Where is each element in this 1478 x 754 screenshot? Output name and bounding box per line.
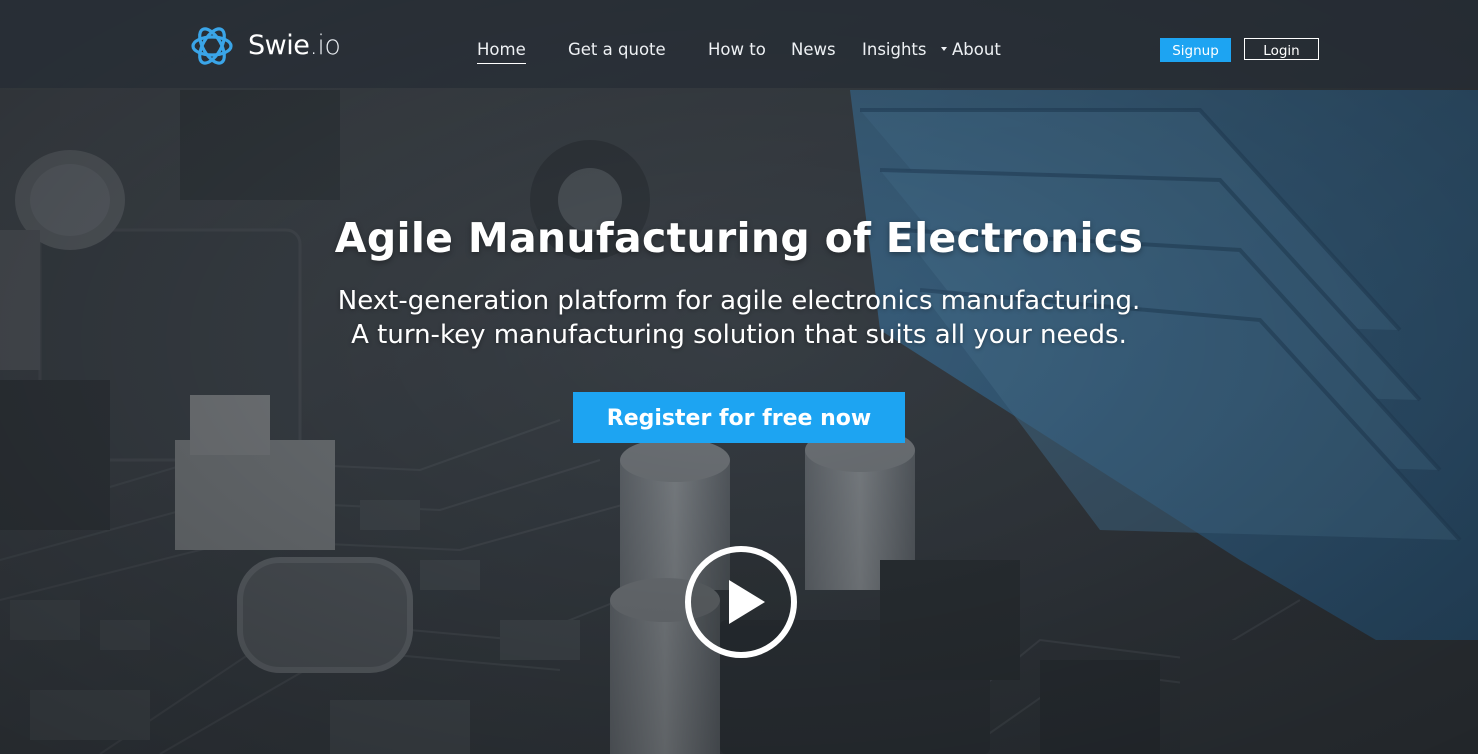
register-button[interactable]: Register for free now (573, 392, 905, 443)
hero-subtitle-line-2: A turn-key manufacturing solution that s… (351, 320, 1127, 350)
nav-home[interactable]: Home (477, 38, 526, 64)
play-video-button[interactable] (683, 544, 799, 660)
nav-news[interactable]: News (791, 38, 836, 62)
login-button[interactable]: Login (1244, 38, 1319, 60)
caret-down-icon (941, 47, 947, 51)
play-icon (685, 546, 797, 658)
swie-logo-icon (191, 27, 233, 65)
brand-logo[interactable]: Swie.io (188, 22, 341, 70)
hero-title: Agile Manufacturing of Electronics (334, 214, 1144, 262)
top-navbar: Swie.io Home Get a quote How to News Ins… (0, 0, 1478, 88)
brand-name: Swie.io (248, 30, 341, 61)
nav-about[interactable]: About (952, 38, 1001, 62)
hero-subtitle-line-1: Next-generation platform for agile elect… (337, 286, 1141, 316)
nav-how-to[interactable]: How to (708, 38, 766, 62)
landing-page: Swie.io Home Get a quote How to News Ins… (0, 0, 1478, 754)
nav-insights[interactable]: Insights (862, 38, 927, 62)
signup-button[interactable]: Signup (1160, 38, 1231, 62)
nav-get-a-quote[interactable]: Get a quote (568, 38, 666, 62)
